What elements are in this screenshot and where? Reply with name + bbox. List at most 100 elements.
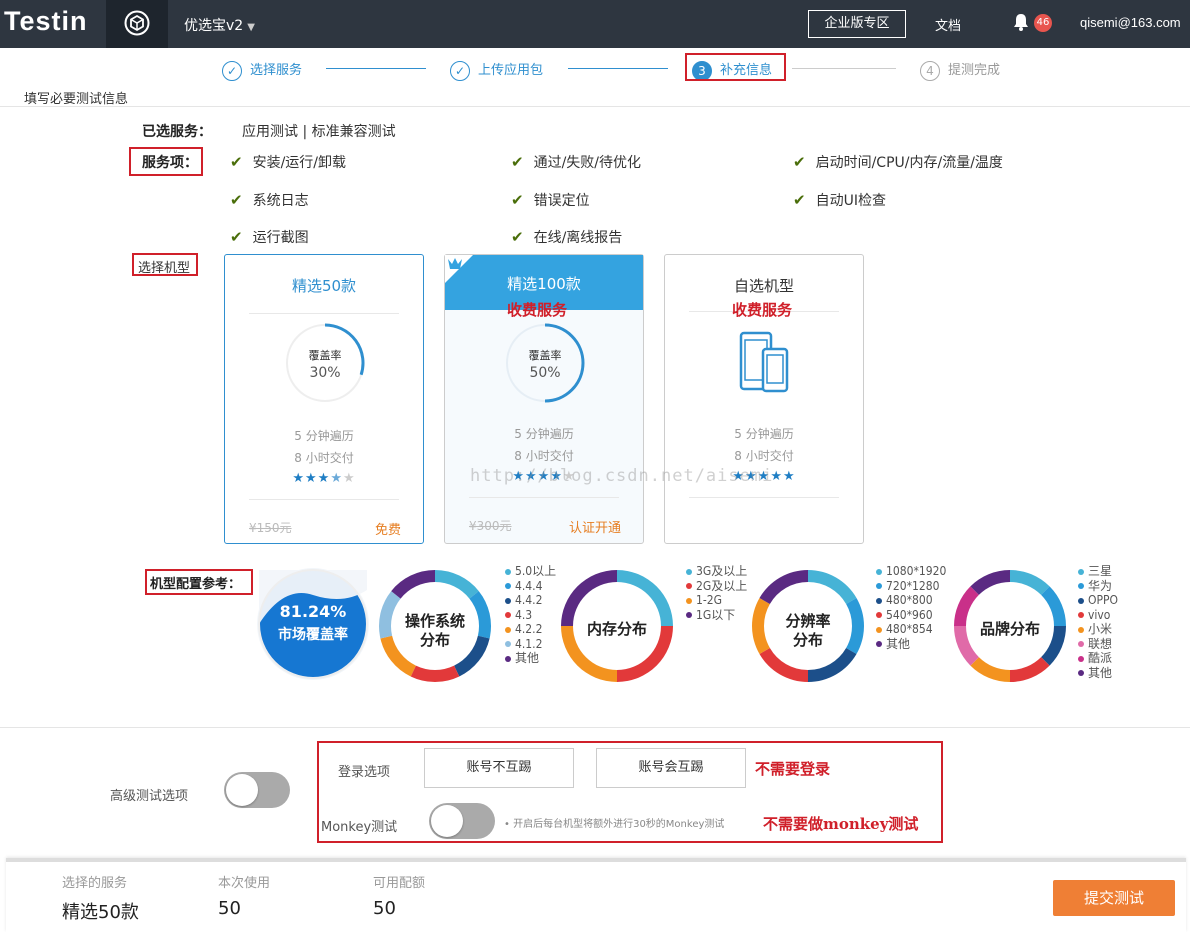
market-percent: 81.24% — [279, 602, 347, 621]
divider — [0, 727, 1190, 728]
annotation-no-monkey: 不需要做monkey测试 — [763, 815, 919, 833]
selected-services-label: 已选服务： — [142, 124, 212, 140]
price: 免费 — [374, 523, 401, 538]
legend-label: 华为 — [1088, 578, 1113, 593]
service-item: ✔ 安装/运行/卸载 — [230, 153, 347, 171]
donut-title: 分辨率 分布 — [785, 612, 831, 649]
enterprise-button[interactable]: 企业版专区 — [808, 10, 906, 38]
donut-title: 操作系统 分布 — [404, 612, 465, 649]
legend-label: 4.4.4 — [515, 578, 543, 593]
legend-item: 2G及以上 — [686, 579, 747, 594]
product-dropdown[interactable]: 优选宝v2 ▼ — [184, 15, 255, 35]
legend-label: 1080*1920 — [886, 564, 947, 578]
service-item: ✔ 自动UI检查 — [793, 191, 886, 209]
check-icon: ✔ — [793, 191, 806, 209]
legend-item: 三星 — [1078, 564, 1118, 579]
legend-item: 其他 — [876, 637, 946, 652]
service-item: ✔ 启动时间/CPU/内存/流量/温度 — [793, 153, 1003, 171]
star-icon: ★ — [782, 469, 796, 484]
monkey-hint: • 开启后每台机型将额外进行30秒的Monkey测试 — [504, 819, 725, 830]
legend-label: 联想 — [1088, 636, 1113, 651]
check-icon: ✔ — [230, 153, 243, 171]
legend-dot — [1078, 655, 1084, 662]
legend-dot — [505, 612, 511, 618]
monkey-test-toggle[interactable] — [429, 803, 495, 839]
legend-dot — [686, 568, 692, 575]
resolution-legend: 1080*1920 720*1280 480*800 540*960 480*854 其他 — [876, 564, 946, 651]
traverse-time: 5 分钟遍历 — [734, 427, 794, 441]
memory-legend: 3G及以上 2G及以上 1-2G 1G以下 — [686, 564, 747, 622]
legend-item: 4.4.4 — [505, 579, 556, 594]
annotation-box — [132, 253, 198, 276]
legend-item: 联想 — [1078, 637, 1118, 652]
legend-dot — [505, 641, 511, 647]
login-options-label: 登录选项 — [338, 765, 391, 780]
user-account[interactable]: qisemi@163.com — [1080, 15, 1181, 30]
legend-dot — [1078, 612, 1084, 618]
footer-bar: 选择的服务 精选50款 本次使用 50 可用配额 50 提交测试 — [6, 858, 1186, 932]
legend-label: 其他 — [1088, 665, 1113, 680]
product-switcher[interactable] — [106, 0, 168, 48]
top-navbar: Testin 优选宝v2 ▼ 企业版专区 文档 46 qisemi@163.com — [0, 0, 1190, 48]
step-select-service[interactable]: ✓ 选择服务 — [222, 59, 302, 81]
step-connector — [792, 68, 896, 69]
check-icon: ✔ — [793, 153, 806, 171]
legend-label: 540*960 — [886, 607, 933, 622]
legend-label: 3G及以上 — [696, 564, 748, 578]
legend-dot — [1078, 670, 1084, 676]
star-icon: ★ — [342, 471, 356, 486]
legend-label: 720*1280 — [886, 578, 940, 593]
step-label: 选择服务 — [250, 63, 303, 78]
service-item: ✔ 通过/失败/待优化 — [511, 153, 642, 171]
legend-item: 4.1.2 — [505, 637, 556, 652]
old-price: ¥150元 — [249, 521, 292, 535]
docs-link[interactable]: 文档 — [935, 15, 961, 34]
coverage-text: 覆盖率 30% — [308, 349, 342, 381]
cube-icon — [124, 10, 150, 36]
legend-dot — [876, 612, 882, 618]
legend-label: 其他 — [515, 651, 540, 665]
coverage-text: 覆盖率 50% — [528, 349, 562, 381]
testin-logo[interactable]: Testin — [4, 6, 88, 37]
legend-label: 4.2.2 — [515, 622, 543, 636]
legend-label: 2G及以上 — [696, 578, 748, 593]
service-item: ✔ 运行截图 — [230, 228, 309, 246]
kick-account-button[interactable]: 账号会互踢 — [596, 748, 746, 788]
legend-dot — [505, 655, 511, 662]
legend-item: 540*960 — [876, 608, 946, 623]
legend-item: 4.3 — [505, 608, 556, 623]
devices-icon — [739, 331, 789, 393]
legend-dot — [686, 583, 692, 589]
bell-icon[interactable] — [1012, 12, 1030, 32]
legend-label: 480*800 — [886, 593, 933, 607]
selected-service-value: 精选50款 — [62, 902, 139, 923]
legend-dot — [876, 626, 882, 633]
step-label: 上传应用包 — [478, 63, 544, 78]
legend-item: 其他 — [505, 651, 556, 666]
legend-dot — [876, 583, 882, 589]
step-upload-app[interactable]: ✓ 上传应用包 — [450, 59, 543, 81]
plan-card-50[interactable]: 精选50款 覆盖率 30% 5 分钟遍历 8 小时交付 ★★★★★ ¥150元 免… — [224, 254, 424, 544]
check-icon: ✔ — [511, 153, 524, 171]
legend-label: 小米 — [1088, 622, 1113, 636]
service-item: ✔ 在线/离线报告 — [511, 228, 623, 246]
star-icon: ★ — [305, 471, 318, 486]
submit-test-button[interactable]: 提交测试 — [1053, 880, 1175, 916]
plan-card-custom[interactable]: 自选机型 5 分钟遍历 8 小时交付 ★★★★★ — [664, 254, 864, 544]
no-kick-account-button[interactable]: 账号不互踢 — [424, 748, 574, 788]
divider — [469, 497, 619, 498]
step-connector — [326, 68, 426, 69]
product-name: 优选宝v2 — [184, 18, 244, 34]
legend-label: vivo — [1088, 607, 1111, 622]
monkey-test-label: Monkey测试 — [321, 820, 398, 835]
legend-dot — [686, 612, 692, 618]
old-price: ¥300元 — [469, 519, 512, 533]
legend-label: 4.4.2 — [515, 593, 543, 607]
legend-item: 1G以下 — [686, 608, 747, 623]
plan-card-100[interactable]: 精选100款 覆盖率 50% 5 分钟遍历 8 小时交付 ★★★★★ ¥300元 … — [444, 254, 644, 544]
plan-title: 自选机型 — [733, 277, 794, 295]
check-icon: ✔ — [511, 228, 524, 246]
chevron-down-icon: ▼ — [247, 22, 255, 33]
legend-item: 720*1280 — [876, 579, 946, 594]
advanced-options-toggle[interactable] — [224, 772, 290, 808]
